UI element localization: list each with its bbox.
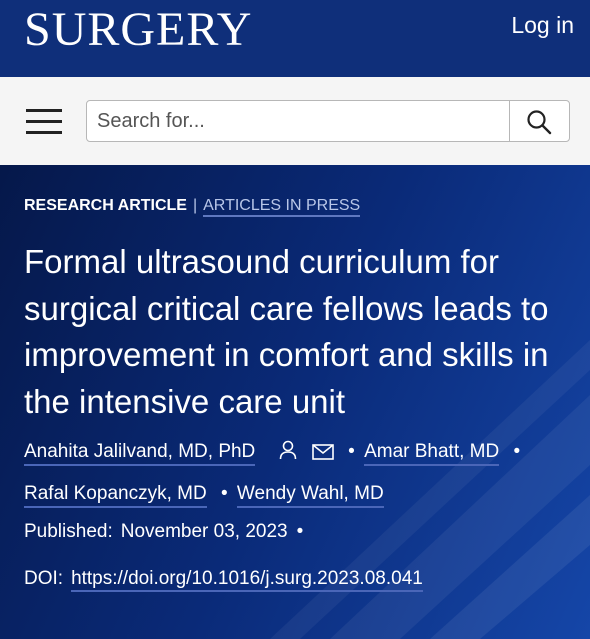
login-link[interactable]: Log in	[511, 12, 574, 39]
published-label: Published:	[24, 521, 113, 542]
author-list: Anahita Jalilvand, MD, PhD • Amar Bhatt,…	[24, 440, 524, 466]
articles-in-press-link[interactable]: ARTICLES IN PRESS	[203, 197, 361, 217]
doi-label: DOI:	[24, 568, 64, 589]
person-icon[interactable]	[279, 440, 297, 460]
author-link[interactable]: Amar Bhatt, MD	[364, 441, 500, 466]
author-separator: •	[513, 441, 521, 462]
article-title: Formal ultrasound curriculum for surgica…	[24, 243, 549, 420]
author-list-line-2: Rafal Kopanczyk, MD • Wendy Wahl, MD	[24, 483, 384, 508]
doi-row: DOI: https://doi.org/10.1016/j.surg.2023.…	[24, 568, 423, 592]
doi-link[interactable]: https://doi.org/10.1016/j.surg.2023.08.0…	[71, 568, 423, 592]
search-icon	[527, 110, 552, 135]
author-separator: •	[348, 441, 355, 462]
author-link[interactable]: Wendy Wahl, MD	[236, 483, 384, 508]
author-link[interactable]: Rafal Kopanczyk, MD	[24, 483, 207, 508]
article-type: RESEARCH ARTICLE	[24, 197, 187, 214]
author-separator: •	[220, 483, 228, 504]
journal-logo[interactable]: SURGERY	[24, 2, 252, 57]
article-hero: RESEARCH ARTICLE | ARTICLES IN PRESS Forma…	[0, 165, 590, 639]
label-separator: |	[192, 197, 198, 214]
published-row: Published: November 03, 2023 •	[24, 521, 307, 543]
envelope-icon[interactable]	[312, 444, 334, 460]
search-button[interactable]	[509, 101, 569, 141]
search-input[interactable]	[87, 101, 509, 141]
article-labels: RESEARCH ARTICLE | ARTICLES IN PRESS	[24, 197, 361, 217]
search-box	[86, 100, 570, 142]
site-header: SURGERY Log in	[0, 0, 590, 77]
menu-icon[interactable]	[26, 109, 62, 135]
published-date: November 03, 2023	[120, 521, 288, 542]
author-link[interactable]: Anahita Jalilvand, MD, PhD	[24, 441, 256, 466]
meta-separator: •	[296, 521, 304, 542]
